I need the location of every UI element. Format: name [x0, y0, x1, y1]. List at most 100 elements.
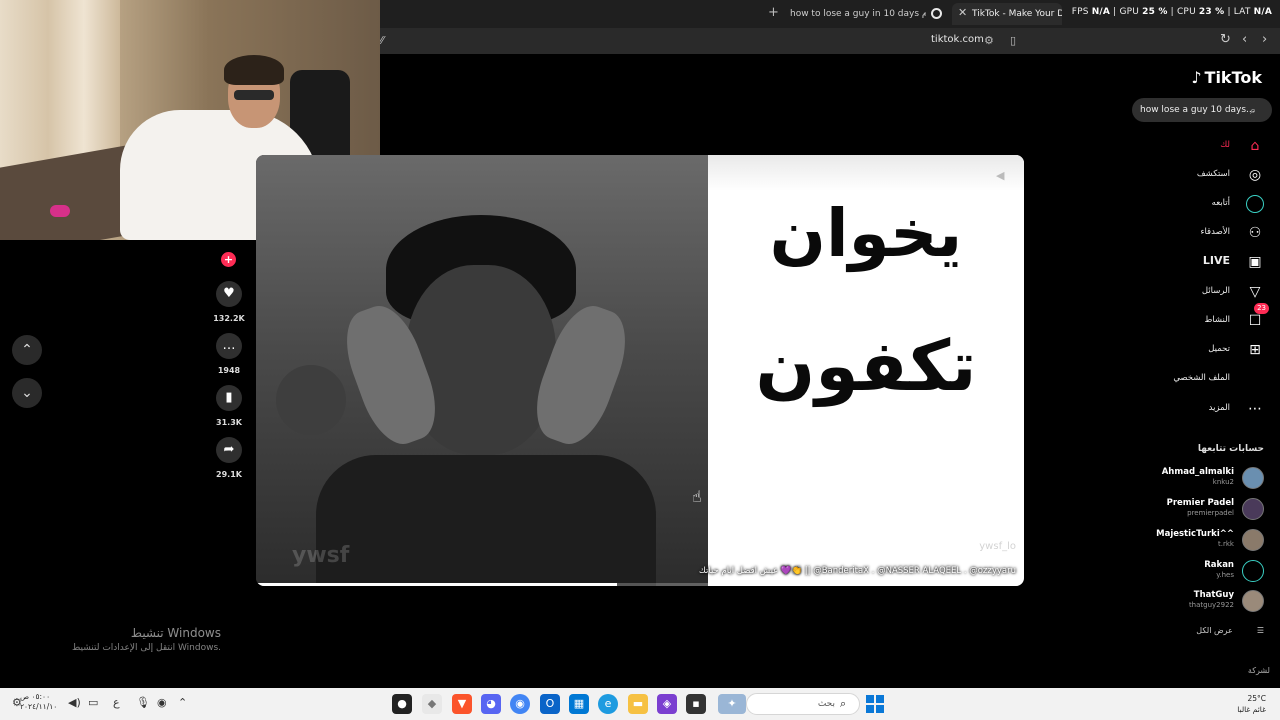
tiktok-note-icon: ♪: [1191, 68, 1202, 87]
back-icon[interactable]: ‹: [1242, 32, 1247, 47]
see-all-label: عرض الكل: [1196, 626, 1233, 635]
nav-profile-label: الملف الشخصي: [1173, 373, 1230, 383]
overlay-text-line2: تكفون: [755, 325, 977, 407]
nav-friends[interactable]: ⚇ الأصدقاء: [1124, 224, 1264, 244]
taskbar-app-generic[interactable]: ◆: [422, 694, 442, 714]
nav-explore[interactable]: ◎ استكشف: [1124, 166, 1264, 186]
webcam-curtain: [0, 0, 120, 170]
chevron-down-icon: ⌄: [21, 385, 33, 401]
network-icon[interactable]: ▭: [88, 696, 98, 709]
taskbar-app-outlook[interactable]: O: [540, 694, 560, 714]
microphone-icon[interactable]: 🎙: [136, 696, 150, 709]
following-account-item[interactable]: Rakan y.hes: [1124, 560, 1264, 584]
like-button[interactable]: ♥: [216, 281, 242, 307]
account-name: MajesticTurki^^: [1156, 529, 1234, 539]
follow-plus-button[interactable]: +: [221, 252, 236, 267]
search-icon[interactable]: ⌕: [1250, 104, 1256, 118]
reader-icon[interactable]: ⁄⁄: [380, 34, 384, 47]
save-button[interactable]: ▮: [216, 385, 242, 411]
next-video-button[interactable]: ⌄: [12, 378, 42, 408]
taskbar-app-obs[interactable]: ●: [392, 694, 412, 714]
nav-activity[interactable]: ☐ 23 النشاط: [1124, 303, 1269, 332]
see-all-link[interactable]: عرض الكل ☰: [1172, 626, 1264, 635]
webcam-mouse: [50, 205, 70, 217]
close-tab-icon[interactable]: ✕: [958, 6, 967, 19]
windows-activation-subtitle: انتقل إلى الإعدادات لتنشيط Windows.: [72, 643, 221, 653]
gpu-label: GPU: [1119, 7, 1140, 17]
taskbar-app-store[interactable]: ▦: [569, 694, 589, 714]
taskbar-app-discord[interactable]: ◕: [481, 694, 501, 714]
nav-profile[interactable]: الملف الشخصي: [1124, 370, 1264, 390]
nav-messages[interactable]: ▽ الرسائل: [1124, 283, 1264, 303]
windows-logo-pane: [876, 695, 884, 703]
nav-for-you[interactable]: ⌂ لك: [1124, 137, 1264, 157]
chevron-up-icon[interactable]: ⌃: [178, 696, 187, 709]
nav-more[interactable]: ⋯ المزيد: [1124, 400, 1264, 420]
tiktok-logo[interactable]: ♪ TikTok: [1191, 68, 1262, 87]
following-account-item[interactable]: ThatGuy thatguy2922: [1124, 590, 1264, 614]
chevron-up-icon: ⌃: [21, 342, 33, 358]
video-player[interactable]: ywsf يخوان تكفون ywsf_lo عيش افضل ايام ح…: [256, 155, 1024, 586]
like-count: 132.2K: [213, 314, 245, 323]
share-button[interactable]: ➦: [216, 437, 242, 463]
previous-video-button[interactable]: ⌃: [12, 335, 42, 365]
brave-icon: ▼: [457, 697, 467, 710]
video-progress-bar[interactable]: [256, 583, 1024, 586]
url-text[interactable]: tiktok.com: [931, 34, 984, 45]
activity-badge: 23: [1254, 303, 1269, 314]
taskbar-app-copilot[interactable]: ◈: [657, 694, 677, 714]
account-handle: t.rkk: [1218, 540, 1234, 548]
speaker-icon[interactable]: ◀): [68, 696, 81, 709]
clock-date: ٢٠٢٤/١١/١٠: [20, 702, 58, 711]
friends-icon: ⚇: [1248, 225, 1262, 241]
tab-tiktok-title: TikTok - Make Your Day: [972, 9, 1062, 19]
taskbar-app-edge[interactable]: e: [598, 694, 618, 714]
following-account-item[interactable]: Ahmad_almalki knku2: [1124, 467, 1264, 491]
footer-link[interactable]: لشركة: [1248, 666, 1270, 675]
tab-tiktok[interactable]: TikTok - Make Your Day: [952, 3, 1062, 25]
overlay-text-line1: يخوان: [769, 195, 963, 272]
app-tray-icon[interactable]: ◉: [157, 696, 167, 709]
account-name: Premier Padel: [1166, 498, 1234, 508]
following-account-item[interactable]: MajesticTurki^^ t.rkk: [1124, 529, 1264, 553]
taskbar-app-explorer[interactable]: ▬: [628, 694, 648, 714]
avatar: [1242, 529, 1264, 551]
video-frame-person: ywsf: [256, 155, 708, 586]
forward-icon[interactable]: ›: [1262, 32, 1267, 47]
taskbar-app-brave[interactable]: ▼: [452, 694, 472, 714]
taskbar-app-chrome[interactable]: ◉: [510, 694, 530, 714]
nav-upload[interactable]: ⊞ تحميل: [1124, 341, 1264, 361]
site-settings-icon[interactable]: ⚙: [984, 34, 994, 47]
tiktok-logo-text: TikTok: [1204, 68, 1262, 87]
tab-search[interactable]: how to lose a guy in 10 days بحث - ...م: [790, 3, 926, 25]
new-tab-button[interactable]: +: [768, 5, 779, 20]
nav-friends-label: الأصدقاء: [1200, 227, 1230, 237]
reload-icon[interactable]: ↻: [1220, 32, 1231, 47]
comment-icon: …: [222, 338, 236, 353]
input-language[interactable]: ع: [113, 696, 120, 709]
google-icon: [931, 8, 942, 19]
save-count: 31.3K: [216, 418, 242, 427]
nav-explore-label: استكشف: [1196, 169, 1230, 179]
comment-button[interactable]: …: [216, 333, 242, 359]
volume-icon[interactable]: ◀: [996, 169, 1004, 182]
bookmark-icon: ▮: [225, 390, 233, 405]
account-name: ThatGuy: [1193, 590, 1234, 600]
upload-icon: ⊞: [1249, 342, 1261, 358]
taskbar-app-widget[interactable]: ✦: [718, 694, 746, 714]
nav-following[interactable]: أتابعه: [1124, 195, 1264, 215]
messages-icon: ▽: [1249, 284, 1261, 300]
start-button[interactable]: [866, 695, 884, 713]
taskbar-app-terminal[interactable]: ▪: [686, 694, 706, 714]
account-handle: knku2: [1212, 478, 1234, 486]
weather-widget[interactable]: 25°C غائم غالبا: [1237, 693, 1266, 715]
following-account-item[interactable]: Premier Padel premierpadel: [1124, 498, 1264, 522]
clock[interactable]: ٠٥:٠٠ ص ٢٠٢٤/١١/١٠: [20, 692, 57, 712]
avatar: [1242, 467, 1264, 489]
bookmark-icon[interactable]: ▯: [1010, 34, 1016, 47]
account-handle: y.hes: [1216, 571, 1234, 579]
video-top-fade: [708, 155, 1024, 191]
store-icon: ▦: [573, 697, 585, 710]
nav-live[interactable]: ▣ LIVE: [1124, 253, 1264, 273]
folder-icon: ▬: [632, 697, 644, 710]
